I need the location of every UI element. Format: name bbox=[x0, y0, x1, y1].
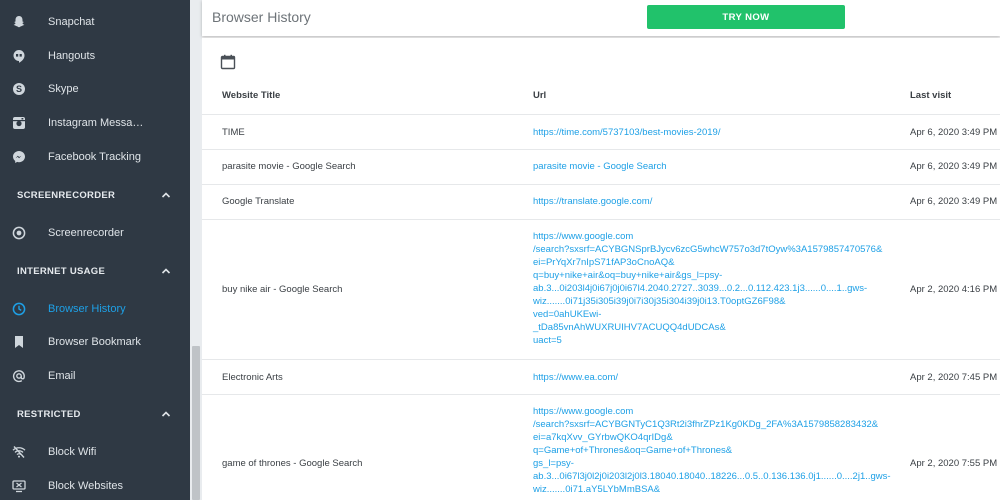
sidebar-item-skype[interactable]: S Skype bbox=[0, 75, 190, 103]
url-line: /search?sxsrf=ACYBGNSprBJycv6zcG5whcW757… bbox=[533, 244, 883, 255]
url-line: /search?sxsrf=ACYBGNTyC1Q3Rt2i3fhrZPz1Kg… bbox=[533, 419, 879, 430]
table-row[interactable]: TIME https://time.com/5737103/best-movie… bbox=[202, 114, 1000, 149]
sidebar-item-label: Block Websites bbox=[48, 480, 123, 492]
messenger-icon bbox=[11, 149, 27, 165]
row-last-visit: Apr 6, 2020 3:49 PM bbox=[910, 127, 998, 138]
browser-history-panel: Website Title Url Last visit TIME https:… bbox=[202, 38, 1000, 500]
row-title: parasite movie - Google Search bbox=[222, 161, 356, 172]
sidebar-item-block-wifi[interactable]: Block Wifi bbox=[0, 438, 190, 466]
section-title: INTERNET USAGE bbox=[17, 265, 106, 277]
table-row[interactable]: Google Translate https://translate.googl… bbox=[202, 184, 1000, 219]
url-line: wiz.......0i71j35i305i39j0i7i30j35i304i3… bbox=[533, 296, 786, 307]
url-line: ved=0ahUKEwi- bbox=[533, 309, 602, 320]
sidebar-item-instagram[interactable]: Instagram Messa… bbox=[0, 109, 190, 137]
url-line: ab.3...0i67l3j0l2j0i203l2j0l3.18040.1804… bbox=[533, 471, 891, 482]
chevron-up-icon bbox=[161, 411, 171, 417]
instagram-icon bbox=[11, 115, 27, 131]
clock-icon bbox=[11, 301, 27, 317]
row-url-link[interactable]: https://www.ea.com/ bbox=[533, 371, 883, 384]
sidebar-item-browser-history[interactable]: Browser History bbox=[0, 295, 190, 323]
snapchat-icon bbox=[11, 14, 27, 30]
sidebar: Snapchat Hangouts S Skype Instagram Mess… bbox=[0, 0, 190, 500]
block-websites-icon bbox=[11, 478, 27, 494]
column-header-url[interactable]: Url bbox=[533, 90, 546, 101]
sidebar-item-email[interactable]: Email bbox=[0, 362, 190, 390]
url-line: https://www.google.com bbox=[533, 406, 634, 417]
section-title: SCREENRECORDER bbox=[17, 189, 116, 201]
section-screenrecorder[interactable]: SCREENRECORDER bbox=[0, 184, 190, 206]
column-header-last-visit[interactable]: Last visit bbox=[910, 90, 951, 101]
row-url-link[interactable]: parasite movie - Google Search bbox=[533, 160, 883, 173]
page-header: Browser History TRY NOW bbox=[202, 0, 1000, 36]
url-line: ab.3...0i203l4j0i67j0j0i67l4.2040.2727..… bbox=[533, 283, 868, 294]
url-line: uact=5 bbox=[533, 335, 562, 346]
sidebar-item-label: Snapchat bbox=[48, 16, 95, 28]
url-line: q=buy+nike+air&oq=buy+nike+air&gs_l=psy- bbox=[533, 270, 723, 281]
sidebar-item-block-websites[interactable]: Block Websites bbox=[0, 472, 190, 500]
url-line: https://www.google.com bbox=[533, 231, 634, 242]
sidebar-item-label: Block Wifi bbox=[48, 446, 97, 458]
sidebar-item-screenrecorder[interactable]: Screenrecorder bbox=[0, 219, 190, 247]
row-last-visit: Apr 6, 2020 3:49 PM bbox=[910, 161, 998, 172]
at-icon bbox=[11, 368, 27, 384]
hangouts-icon bbox=[11, 48, 27, 64]
sidebar-item-label: Screenrecorder bbox=[48, 227, 124, 239]
sidebar-item-label: Browser Bookmark bbox=[48, 336, 141, 348]
sidebar-scrollbar-thumb[interactable] bbox=[192, 346, 200, 500]
row-last-visit: Apr 2, 2020 7:45 PM bbox=[910, 372, 998, 383]
section-restricted[interactable]: RESTRICTED bbox=[0, 403, 190, 425]
row-title: Google Translate bbox=[222, 196, 295, 207]
row-last-visit: Apr 6, 2020 3:49 PM bbox=[910, 196, 998, 207]
url-line: ei=a7kqXvv_GYrbwQKO4qrIDg& bbox=[533, 432, 673, 443]
table-row[interactable]: parasite movie - Google Search parasite … bbox=[202, 149, 1000, 184]
table-row[interactable]: Electronic Arts https://www.ea.com/ Apr … bbox=[202, 359, 1000, 394]
svg-text:S: S bbox=[16, 84, 22, 94]
record-icon bbox=[11, 225, 27, 241]
sidebar-item-label: Browser History bbox=[48, 303, 126, 315]
sidebar-item-label: Instagram Messa… bbox=[48, 117, 144, 129]
sidebar-item-hangouts[interactable]: Hangouts bbox=[0, 42, 190, 70]
row-title: buy nike air - Google Search bbox=[222, 284, 343, 295]
sidebar-item-label: Email bbox=[48, 370, 76, 382]
row-title: TIME bbox=[222, 127, 245, 138]
row-url-link[interactable]: https://www.google.com /search?sxsrf=ACY… bbox=[533, 405, 913, 496]
bookmark-icon bbox=[11, 334, 27, 350]
sidebar-item-label: Skype bbox=[48, 83, 79, 95]
row-url-link[interactable]: https://translate.google.com/ bbox=[533, 195, 883, 208]
page-title: Browser History bbox=[212, 9, 311, 25]
wifi-off-icon bbox=[11, 444, 27, 460]
row-last-visit: Apr 2, 2020 4:16 PM bbox=[910, 284, 998, 295]
sidebar-item-label: Hangouts bbox=[48, 50, 96, 62]
url-line: ei=PrYqXr7nIpS71fAP3oCnoAQ& bbox=[533, 257, 675, 268]
row-url-link[interactable]: https://www.google.com /search?sxsrf=ACY… bbox=[533, 230, 913, 347]
url-line: _tDa85vnAhWUXRUIHV7ACUQQ4dUDCAs& bbox=[533, 322, 726, 333]
sidebar-item-facebook-tracking[interactable]: Facebook Tracking bbox=[0, 143, 190, 171]
url-line: wiz.......0i71.aY5LYbMmBSA& bbox=[533, 484, 661, 495]
table-row[interactable]: game of thrones - Google Search https://… bbox=[202, 394, 1000, 500]
sidebar-item-browser-bookmark[interactable]: Browser Bookmark bbox=[0, 328, 190, 356]
section-title: RESTRICTED bbox=[17, 408, 81, 420]
url-line: gs_l=psy- bbox=[533, 458, 574, 469]
sidebar-item-label: Facebook Tracking bbox=[48, 151, 141, 163]
column-header-title[interactable]: Website Title bbox=[222, 90, 280, 101]
table-row[interactable]: buy nike air - Google Search https://www… bbox=[202, 219, 1000, 359]
calendar-icon[interactable] bbox=[220, 54, 236, 70]
section-internet-usage[interactable]: INTERNET USAGE bbox=[0, 260, 190, 282]
chevron-up-icon bbox=[161, 192, 171, 198]
url-line: q=Game+of+Thrones&oq=Game+of+Thrones& bbox=[533, 445, 733, 456]
row-title: game of thrones - Google Search bbox=[222, 458, 363, 469]
row-last-visit: Apr 2, 2020 7:55 PM bbox=[910, 458, 998, 469]
try-now-button[interactable]: TRY NOW bbox=[647, 5, 845, 29]
row-url-link[interactable]: https://time.com/5737103/best-movies-201… bbox=[533, 126, 883, 139]
row-title: Electronic Arts bbox=[222, 372, 283, 383]
sidebar-item-snapchat[interactable]: Snapchat bbox=[0, 8, 190, 36]
skype-icon: S bbox=[11, 81, 27, 97]
chevron-up-icon bbox=[161, 268, 171, 274]
